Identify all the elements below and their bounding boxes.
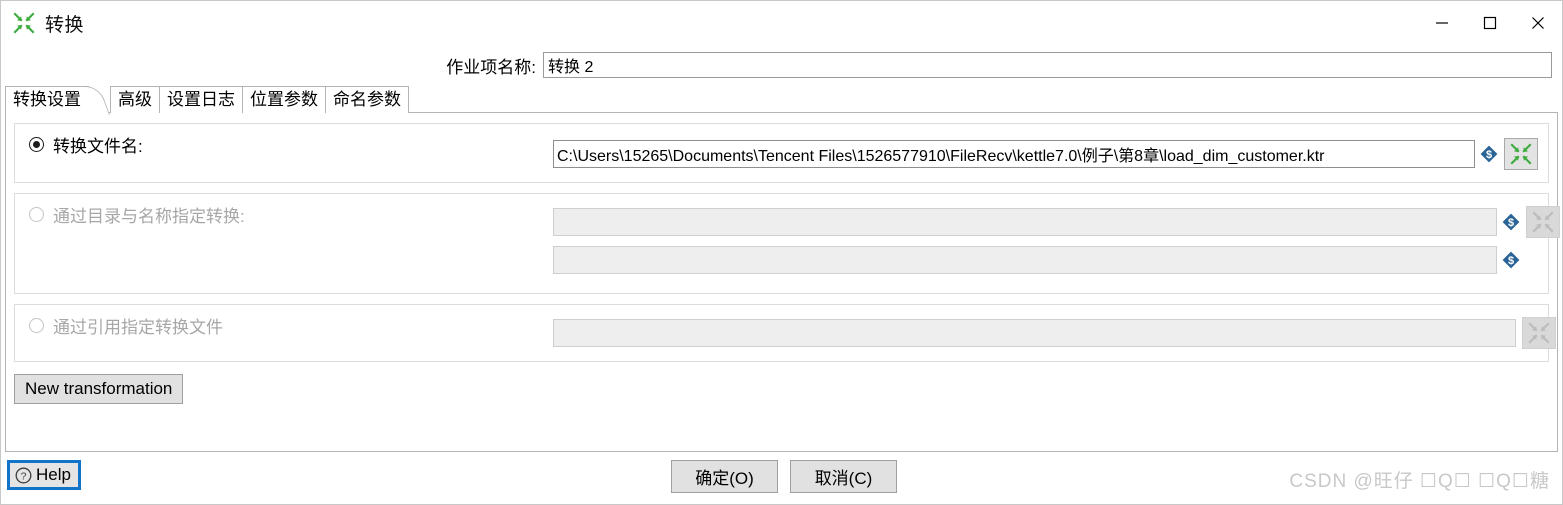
radio-label-by-reference: 通过引用指定转换文件 [53, 317, 223, 337]
transformation-filename-input[interactable] [553, 140, 1475, 168]
tab-folder: 转换设置 高级 设置日志 位置参数 命名参数 转换文件名: C:\Users\1… [5, 85, 1560, 452]
watermark-text: CSDN @旺仔 ☐Q☐ ☐Q☐糖 [1289, 471, 1550, 492]
title-bar: 转换 [1, 1, 1562, 45]
minimize-icon [1436, 22, 1448, 24]
filename-field-area: $ [553, 138, 1538, 170]
tab-label: 高级 [118, 90, 152, 109]
dialog-footer: ? Help 确定(O) 取消(C) CSDN @旺仔 ☐Q☐ ☐Q☐糖 [1, 452, 1562, 504]
tab-label: 命名参数 [333, 90, 401, 109]
transformation-icon [1528, 322, 1550, 344]
maximize-icon [1483, 16, 1497, 30]
tab-strip: 转换设置 高级 设置日志 位置参数 命名参数 [5, 85, 1558, 114]
job-name-row: 作业项名称: [1, 45, 1562, 85]
radio-label-by-directory-and-name: 通过目录与名称指定转换: [53, 206, 245, 226]
transformation-name-input[interactable] [553, 246, 1497, 274]
group-by-reference: 通过引用指定转换文件 [14, 304, 1556, 362]
transformation-directory-input[interactable] [553, 208, 1497, 236]
directory-field-area: $ [553, 206, 1560, 238]
cancel-button[interactable]: 取消(C) [790, 460, 897, 493]
maximize-button[interactable] [1466, 1, 1514, 45]
variable-diamond-icon[interactable]: $ [1502, 251, 1520, 269]
svg-text:$: $ [1508, 217, 1514, 229]
new-transformation-button[interactable]: New transformation [14, 374, 184, 404]
radio-by-filename[interactable] [29, 136, 44, 152]
tab-content-transformation-settings: 转换文件名: $ [5, 112, 1560, 452]
close-icon [1532, 17, 1544, 29]
group-directory-and-name: 通过目录与名称指定转换: $ $ [14, 193, 1560, 294]
close-button[interactable] [1514, 1, 1562, 45]
question-circle-icon: ? [15, 467, 32, 483]
job-name-input[interactable] [543, 52, 1552, 78]
job-name-label: 作业项名称: [446, 57, 536, 77]
tab-positional-parameters[interactable]: 位置参数 [242, 86, 326, 113]
transformation-icon [1532, 211, 1554, 233]
browse-reference-button[interactable] [1522, 317, 1556, 349]
ok-button[interactable]: 确定(O) [671, 460, 778, 493]
help-button[interactable]: ? Help [7, 460, 81, 490]
tab-label: 转换设置 [13, 90, 81, 109]
radio-by-directory-and-name[interactable] [29, 206, 44, 222]
variable-diamond-icon[interactable]: $ [1480, 145, 1498, 163]
transformation-icon [1510, 143, 1532, 165]
window-controls [1418, 1, 1562, 45]
tab-label: 设置日志 [167, 90, 235, 109]
browse-directory-button[interactable] [1526, 206, 1560, 238]
radio-label-by-filename: 转换文件名: [53, 136, 143, 156]
reference-field-area [553, 317, 1556, 349]
tab-advanced[interactable]: 高级 [110, 86, 160, 113]
transformation-reference-input[interactable] [553, 319, 1516, 347]
svg-text:?: ? [21, 470, 27, 482]
tab-label: 位置参数 [250, 90, 318, 109]
transformation-icon [13, 12, 35, 34]
help-label: Help [36, 465, 71, 484]
window-title: 转换 [45, 14, 85, 36]
group-transformation-filename: 转换文件名: $ [14, 123, 1549, 183]
new-transformation-wrap: New transformation [14, 374, 1549, 404]
transformation-dialog: 转换 作业项名称: 转换 2 转换设置 高级 设置日志 位置参数 命名参数 转换… [0, 0, 1563, 505]
tab-transformation-settings[interactable]: 转换设置 [5, 86, 89, 114]
variable-diamond-icon[interactable]: $ [1502, 213, 1520, 231]
dialog-buttons: 确定(O) 取消(C) [671, 460, 897, 493]
open-transformation-button[interactable] [1504, 138, 1538, 170]
trans-name-field-area: $ [553, 246, 1520, 274]
svg-text:$: $ [1486, 149, 1492, 161]
tab-logging-settings[interactable]: 设置日志 [159, 86, 243, 113]
radio-by-reference[interactable] [29, 317, 44, 333]
tab-named-parameters[interactable]: 命名参数 [325, 86, 409, 113]
svg-text:$: $ [1508, 255, 1514, 267]
minimize-button[interactable] [1418, 1, 1466, 45]
